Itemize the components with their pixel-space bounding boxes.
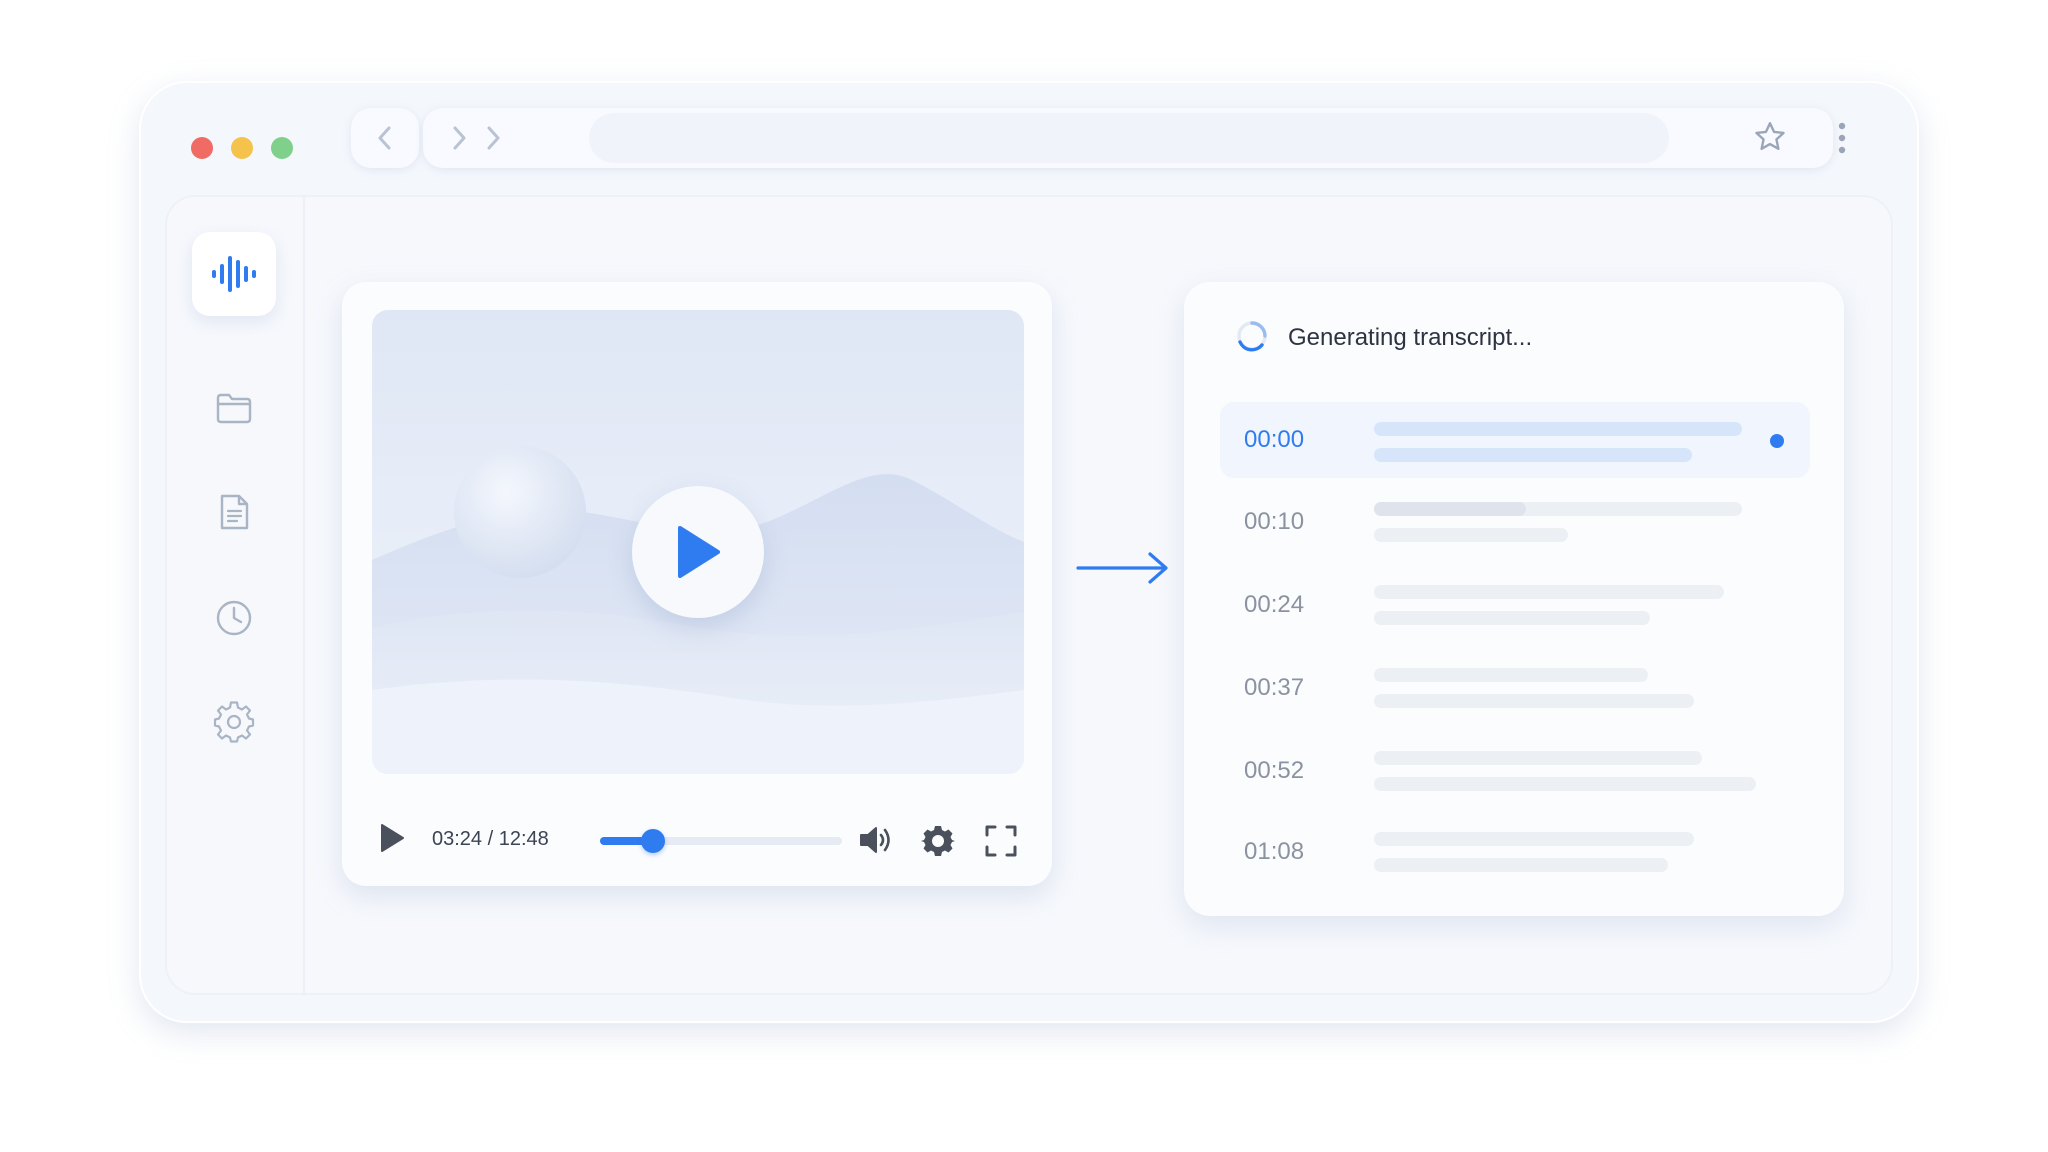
settings-icon[interactable] bbox=[921, 824, 955, 858]
gear-icon[interactable] bbox=[213, 701, 255, 743]
text-placeholder-line bbox=[1374, 611, 1650, 625]
volume-icon[interactable] bbox=[858, 824, 894, 856]
minimize-window-button[interactable] bbox=[231, 137, 253, 159]
text-placeholder-line bbox=[1374, 422, 1742, 436]
forward-icon bbox=[453, 126, 466, 150]
arrow-right-icon bbox=[1076, 552, 1168, 584]
stage: 03:24 / 12:48 Generating transcript... 0… bbox=[0, 0, 2048, 1152]
text-placeholder-line bbox=[1374, 832, 1694, 846]
transcript-row[interactable]: 00:00 bbox=[1220, 402, 1810, 478]
play-icon bbox=[678, 526, 720, 578]
text-placeholder-line bbox=[1374, 448, 1692, 462]
play-icon[interactable] bbox=[378, 822, 406, 854]
text-placeholder-line bbox=[1374, 751, 1702, 765]
fullscreen-icon[interactable] bbox=[984, 824, 1018, 858]
kebab-menu-icon[interactable] bbox=[1835, 121, 1849, 155]
loading-spinner-icon bbox=[1237, 321, 1267, 352]
folder-icon[interactable] bbox=[213, 387, 255, 429]
back-button[interactable] bbox=[351, 108, 419, 168]
text-placeholder-line bbox=[1374, 858, 1668, 872]
transcript-status: Generating transcript... bbox=[1288, 324, 1533, 351]
timestamp: 00:00 bbox=[1244, 426, 1305, 453]
address-bar[interactable] bbox=[589, 113, 1669, 163]
text-placeholder-line bbox=[1374, 694, 1694, 708]
transcript-row[interactable]: 00:52 bbox=[1220, 733, 1810, 809]
transcript-row[interactable]: 00:37 bbox=[1220, 650, 1810, 726]
forward-icon bbox=[487, 126, 500, 150]
current-position-dot bbox=[1770, 434, 1784, 448]
maximize-window-button[interactable] bbox=[271, 137, 293, 159]
sidebar bbox=[165, 195, 305, 995]
player-controls: 03:24 / 12:48 bbox=[378, 814, 1018, 864]
text-placeholder-highlight bbox=[1374, 502, 1526, 516]
transcript-row[interactable]: 01:08 bbox=[1220, 814, 1810, 890]
seek-handle[interactable] bbox=[641, 829, 666, 853]
star-icon[interactable] bbox=[1752, 119, 1788, 155]
timestamp: 00:24 bbox=[1244, 591, 1305, 618]
timestamp: 00:37 bbox=[1244, 674, 1305, 701]
transcript-panel: Generating transcript... 00:00 00:10 00:… bbox=[1184, 282, 1844, 916]
transcript-row[interactable]: 00:10 bbox=[1220, 484, 1810, 560]
clock-icon[interactable] bbox=[213, 597, 255, 639]
text-placeholder-line bbox=[1374, 585, 1724, 599]
video-player-card: 03:24 / 12:48 bbox=[342, 282, 1052, 886]
time-display: 03:24 / 12:48 bbox=[432, 828, 549, 850]
text-placeholder-line bbox=[1374, 502, 1742, 516]
app-logo[interactable] bbox=[192, 232, 276, 316]
video-frame[interactable] bbox=[372, 310, 1024, 774]
seek-slider[interactable] bbox=[600, 829, 842, 853]
text-placeholder-line bbox=[1374, 777, 1756, 791]
text-placeholder-line bbox=[1374, 668, 1648, 682]
text-placeholder-line bbox=[1374, 528, 1568, 542]
timestamp: 00:10 bbox=[1244, 508, 1305, 535]
timestamp: 01:08 bbox=[1244, 838, 1305, 865]
document-icon[interactable] bbox=[213, 491, 255, 533]
waveform-icon bbox=[212, 256, 256, 292]
back-icon bbox=[378, 126, 391, 150]
timestamp: 00:52 bbox=[1244, 757, 1305, 784]
transcript-row[interactable]: 00:24 bbox=[1220, 567, 1810, 643]
big-play-button[interactable] bbox=[632, 486, 764, 618]
close-window-button[interactable] bbox=[191, 137, 213, 159]
